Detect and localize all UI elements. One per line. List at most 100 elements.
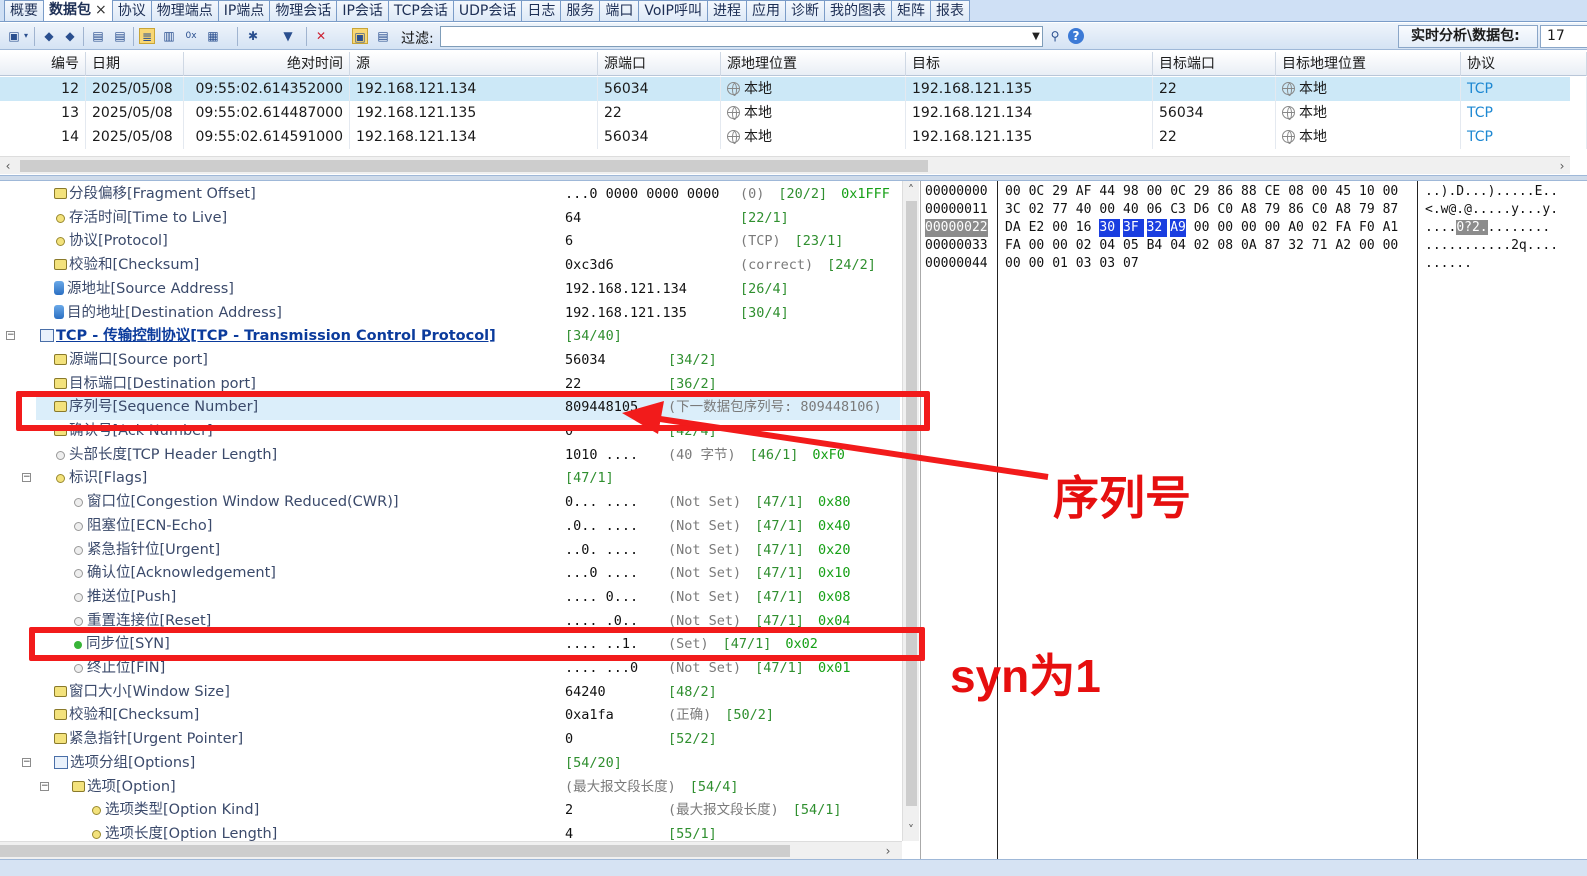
hex-byte[interactable]: 05 (1123, 237, 1139, 255)
filter-icon[interactable]: ▼ (280, 28, 296, 44)
column-header[interactable]: 源地理位置 (721, 52, 906, 76)
tree-row[interactable]: 源端口[Source port] 56034 [34/2] (0, 349, 900, 373)
scroll-down-icon[interactable]: ˅ (903, 821, 919, 839)
columns-icon[interactable]: ▦ (205, 28, 221, 44)
hex-byte[interactable]: 06 (1147, 201, 1163, 219)
hex-byte[interactable]: C3 (1170, 201, 1186, 219)
help-icon[interactable]: ? (1068, 28, 1084, 44)
tab-6[interactable]: IP会话 (336, 0, 389, 21)
detail-vertical-scrollbar[interactable]: ˄ ˅ (902, 181, 919, 841)
hex-byte[interactable]: 77 (1052, 201, 1068, 219)
hex-byte[interactable]: CE (1265, 183, 1281, 201)
tab-1[interactable]: 数据包 × (43, 0, 113, 21)
hex-byte[interactable]: A9 (1170, 219, 1186, 237)
column-header[interactable]: 目标端口 (1153, 52, 1276, 76)
packet-row[interactable]: 12 2025/05/08 09:55:02.614352000 192.168.12… (0, 77, 1587, 101)
hex-byte[interactable]: D6 (1194, 201, 1210, 219)
hex-byte[interactable]: 10 (1359, 183, 1375, 201)
column-header[interactable]: 编号 (0, 52, 86, 76)
scrollbar-thumb[interactable] (20, 160, 928, 172)
hex-byte[interactable]: A0 (1288, 219, 1304, 237)
scroll-right-icon[interactable]: › (1554, 157, 1570, 175)
tab-15[interactable]: 诊断 (784, 0, 825, 21)
hex-byte[interactable]: C0 (1217, 201, 1233, 219)
tab-9[interactable]: 日志 (521, 0, 562, 21)
hex-byte[interactable]: 02 (1194, 237, 1210, 255)
hex-byte[interactable]: 00 (1241, 219, 1257, 237)
hex-byte[interactable]: FA (1335, 219, 1351, 237)
detail-view-icon[interactable]: ▥ (161, 28, 177, 44)
hex-byte[interactable]: 01 (1052, 255, 1068, 273)
search-icon[interactable]: ⚲ (1047, 28, 1063, 44)
tab-17[interactable]: 矩阵 (890, 0, 931, 21)
save-icon[interactable]: ▣ (6, 28, 22, 44)
hex-byte[interactable]: F0 (1359, 219, 1375, 237)
tree-row[interactable]: 选项类型[Option Kind] 2 (最大报文段长度) [54/1] (0, 799, 900, 823)
hex-byte[interactable]: 44 (1099, 183, 1115, 201)
hex-byte[interactable]: 00 (1099, 201, 1115, 219)
tab-4[interactable]: IP端点 (217, 0, 271, 21)
tree-row[interactable]: 同步位[SYN] .... ..1. (Set) [47/1] 0x02 (0, 633, 900, 657)
tree-row[interactable]: 紧急指针位[Urgent] ..0. .... (Not Set) [47/1] 0x2… (0, 539, 900, 563)
collapse-icon[interactable]: − (40, 781, 49, 791)
hex-byte[interactable]: A2 (1335, 237, 1351, 255)
hex-byte[interactable]: 02 (1312, 219, 1328, 237)
hex-byte[interactable]: 30 (1099, 219, 1121, 237)
hex-byte[interactable]: DA (1005, 219, 1021, 237)
hex-byte[interactable]: 32 (1146, 219, 1168, 237)
tab-5[interactable]: 物理会话 (269, 0, 338, 21)
hex-byte[interactable]: 0C (1170, 183, 1186, 201)
decode-icon[interactable]: ✱ (245, 28, 261, 44)
packet-row[interactable]: 14 2025/05/08 09:55:02.614591000 192.168.12… (0, 125, 1587, 149)
tree-row[interactable]: 重置连接位[Reset] .... .0.. (Not Set) [47/1] 0x04 (0, 610, 900, 634)
hex-byte[interactable]: E2 (1029, 219, 1045, 237)
hex-byte[interactable]: 87 (1265, 237, 1281, 255)
tree-row[interactable]: 协议[Protocol] 6 (TCP) [23/1] (0, 230, 900, 254)
hex-byte[interactable]: 00 (1217, 219, 1233, 237)
tree-row[interactable]: 终止位[FIN] .... ...0 (Not Set) [47/1] 0x01 (0, 657, 900, 681)
hex-view-icon[interactable]: 0x (183, 28, 199, 44)
tab-0[interactable]: 概要 (4, 0, 44, 21)
hex-byte[interactable]: 04 (1170, 237, 1186, 255)
hex-byte[interactable]: 00 (1052, 219, 1068, 237)
hex-byte[interactable]: B4 (1147, 237, 1163, 255)
hex-byte[interactable]: 88 (1241, 183, 1257, 201)
column-header[interactable]: 目标 (906, 52, 1153, 76)
tab-13[interactable]: 进程 (706, 0, 747, 21)
tab-14[interactable]: 应用 (745, 0, 786, 21)
column-header[interactable]: 目标地理位置 (1276, 52, 1461, 76)
hex-byte[interactable]: 86 (1217, 183, 1233, 201)
tree-row[interactable]: 选项长度[Option Length] 4 [55/1] (0, 823, 900, 841)
hex-byte[interactable]: 04 (1099, 237, 1115, 255)
hex-byte[interactable]: C0 (1312, 201, 1328, 219)
scrollbar-thumb[interactable] (906, 201, 917, 806)
hex-byte[interactable]: 98 (1123, 183, 1139, 201)
tree-row[interactable]: 源地址[Source Address] 192.168.121.134 [26/4] (0, 278, 900, 302)
hex-byte[interactable]: 00 (1005, 183, 1021, 201)
hex-byte[interactable]: 00 (1147, 183, 1163, 201)
hex-byte[interactable]: 45 (1335, 183, 1351, 201)
scroll-up-icon[interactable]: ˄ (903, 181, 919, 199)
list-view-icon[interactable]: ≣ (139, 28, 155, 44)
hex-byte[interactable]: 86 (1288, 201, 1304, 219)
tree-row[interactable]: 确认位[Acknowledgement] ...0 .... (Not Set) [4… (0, 562, 900, 586)
hex-byte[interactable]: 32 (1288, 237, 1304, 255)
hex-byte[interactable]: 0A (1241, 237, 1257, 255)
tree-row[interactable]: 存活时间[Time to Live] 64 [22/1] (0, 207, 900, 231)
hex-byte[interactable]: 00 (1359, 237, 1375, 255)
column-header[interactable]: 日期 (86, 52, 184, 76)
hex-byte[interactable]: 03 (1076, 255, 1092, 273)
close-icon[interactable]: × (95, 2, 107, 18)
bookmark-icon[interactable]: ▤ (90, 28, 106, 44)
hex-byte[interactable]: AF (1076, 183, 1092, 201)
chevron-down-icon[interactable]: ▼ (1029, 27, 1043, 46)
tab-12[interactable]: VoIP呼叫 (638, 0, 708, 21)
hex-byte[interactable]: 40 (1123, 201, 1139, 219)
hex-byte[interactable]: FA (1005, 237, 1021, 255)
tree-row[interactable]: 分段偏移[Fragment Offset] ...0 0000 0000 0000… (0, 183, 900, 207)
tree-row[interactable]: − 选项分组[Options] [54/20] (0, 752, 900, 776)
tools-icon[interactable]: ✕ (313, 28, 329, 44)
hex-byte[interactable]: 00 (1029, 237, 1045, 255)
hex-byte[interactable]: 29 (1194, 183, 1210, 201)
scroll-left-icon[interactable]: ‹ (0, 157, 16, 175)
